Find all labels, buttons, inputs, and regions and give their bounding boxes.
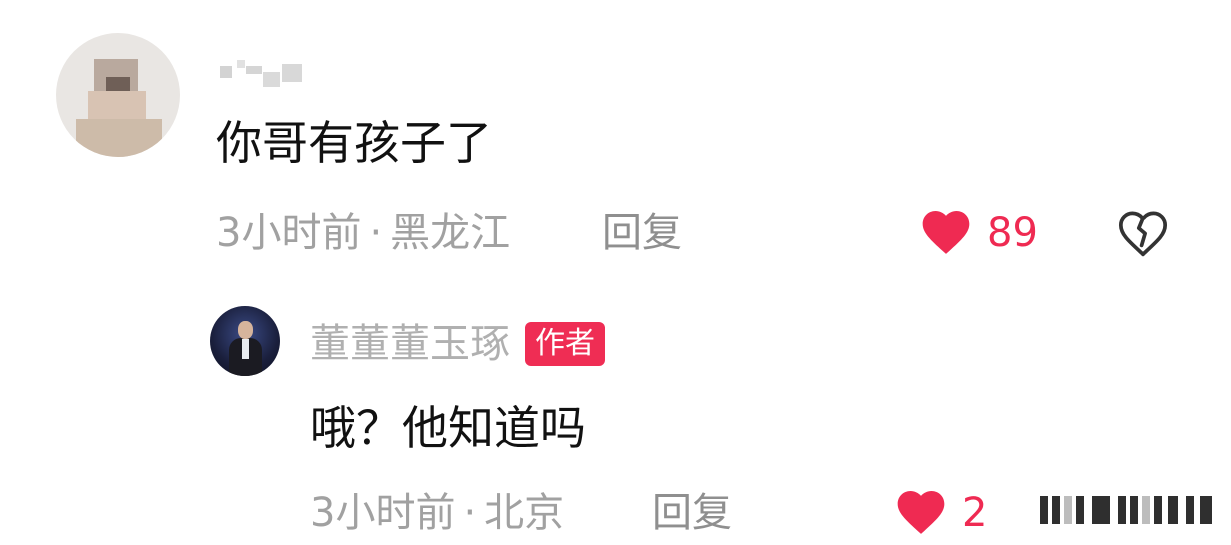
- reply-meta-dot: ·: [463, 490, 477, 536]
- comment-time: 3小时前: [216, 210, 362, 256]
- reply-like-count: 2: [962, 490, 988, 536]
- heart-icon[interactable]: [918, 204, 974, 260]
- comment-text: 你哥有孩子了: [216, 116, 492, 170]
- broken-heart-icon[interactable]: [1115, 205, 1171, 261]
- comment-location: 黑龙江: [390, 210, 511, 256]
- reply-text: 哦？他知道吗: [310, 401, 586, 455]
- bottom-right-artifact: [1040, 486, 1230, 534]
- blurred-username: [220, 56, 304, 92]
- commenter-avatar[interactable]: [56, 33, 180, 157]
- like-count: 89: [987, 210, 1038, 256]
- heart-icon[interactable]: [893, 484, 949, 540]
- meta-dot: ·: [369, 210, 383, 256]
- author-name-row: 董董董玉琢 作者: [310, 322, 605, 366]
- reply-to-reply-button[interactable]: 回复: [652, 493, 732, 533]
- reply-meta: 3小时前 · 北京: [310, 493, 564, 533]
- author-avatar[interactable]: [210, 306, 280, 376]
- author-badge: 作者: [525, 322, 605, 366]
- comment-meta: 3小时前 · 黑龙江: [216, 213, 510, 253]
- reply-location: 北京: [484, 490, 565, 536]
- author-name[interactable]: 董董董玉琢: [310, 324, 510, 364]
- reply-time: 3小时前: [310, 490, 456, 536]
- reply-button[interactable]: 回复: [602, 213, 682, 253]
